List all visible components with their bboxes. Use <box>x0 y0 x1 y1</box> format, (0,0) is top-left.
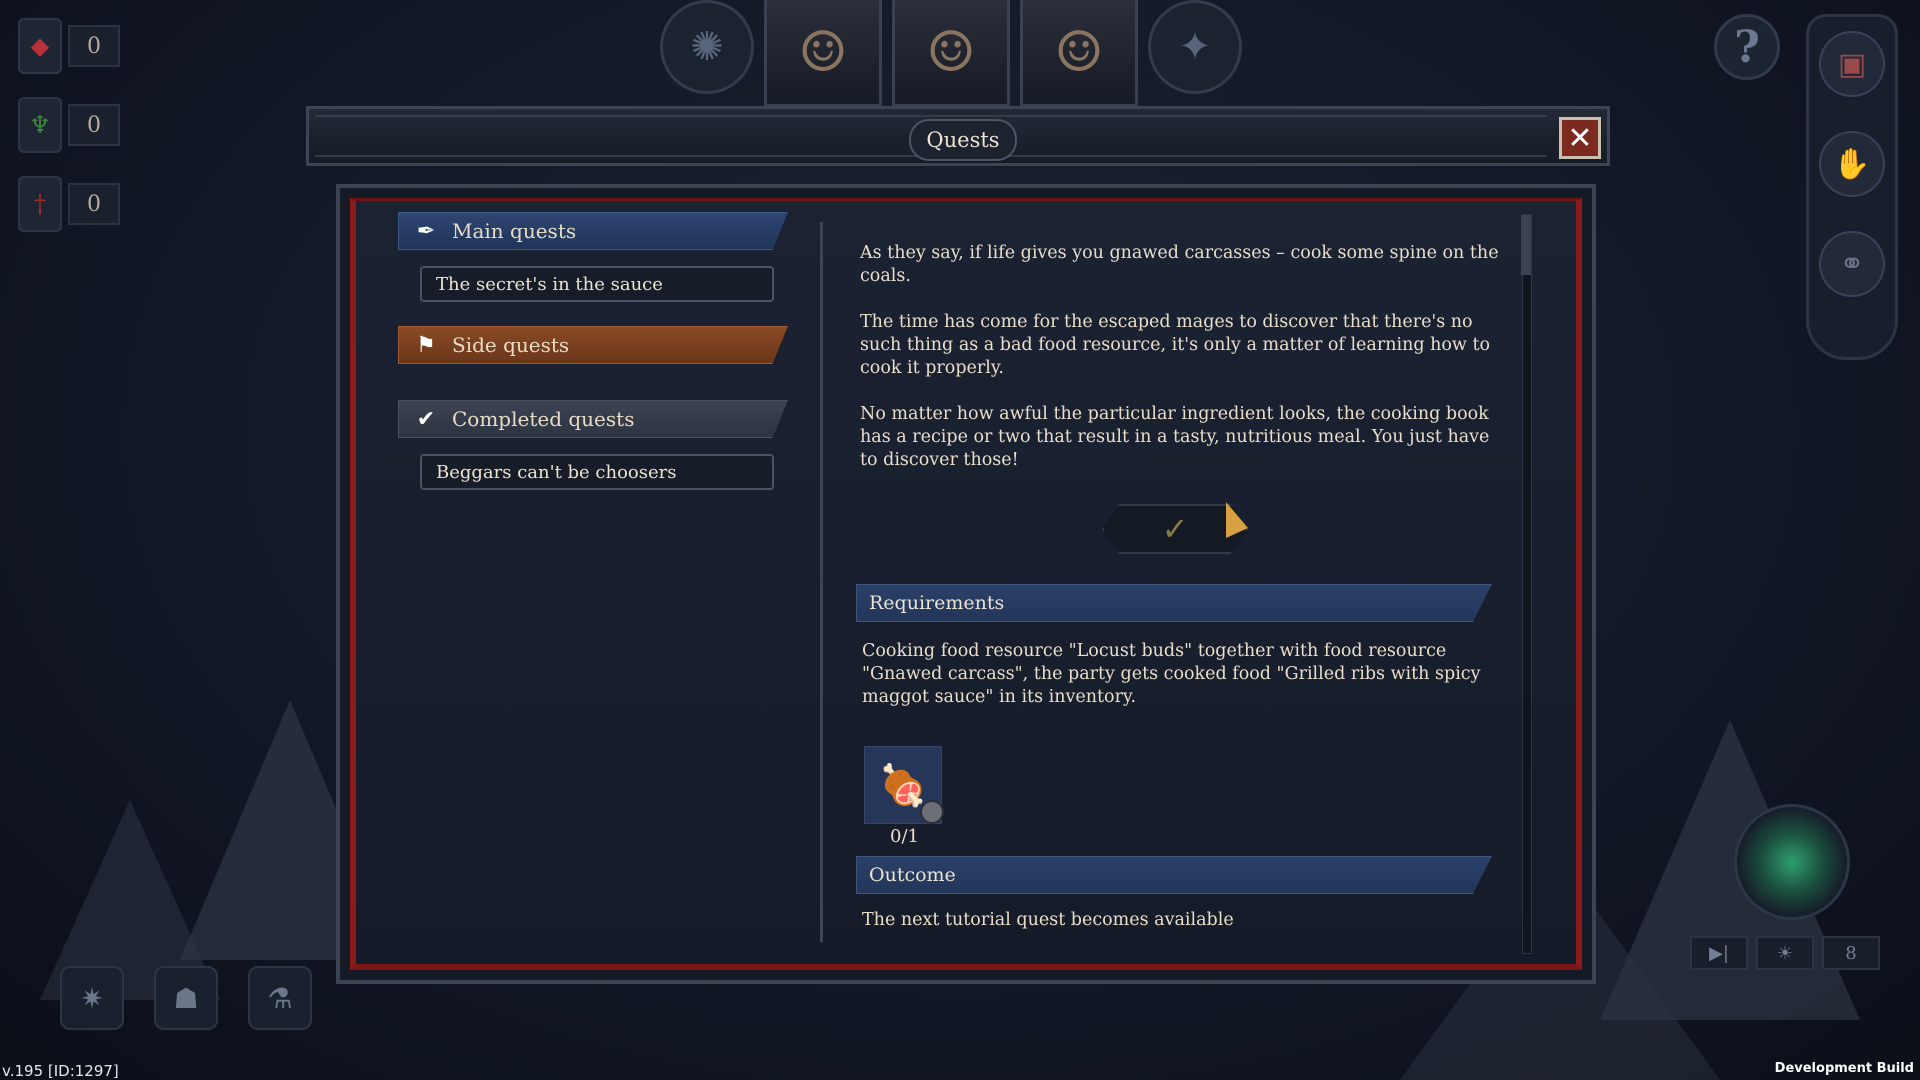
resource-row: † 0 <box>18 176 120 232</box>
category-completed-quests[interactable]: ✔ Completed quests <box>398 400 788 438</box>
handshake-icon[interactable]: ⚭ <box>1819 231 1885 297</box>
resource-value: 0 <box>68 183 120 225</box>
scrollbar-thumb[interactable] <box>1521 215 1531 275</box>
map-icon[interactable]: ✷ <box>60 966 124 1030</box>
world-compass-icon[interactable] <box>1734 804 1850 920</box>
description-paragraph: The time has come for the escaped mages … <box>860 312 1491 378</box>
magic-hand-icon[interactable]: ✋ <box>1819 131 1885 197</box>
outcome-heading: Outcome <box>856 856 1492 894</box>
spellbook-icon[interactable]: ▣ <box>1819 31 1885 97</box>
resource-panel: ◆ 0 ♆ 0 † 0 <box>18 18 120 255</box>
description-paragraph: No matter how awful the particular ingre… <box>860 404 1490 470</box>
category-label: Main quests <box>452 219 577 243</box>
resource-value: 0 <box>68 25 120 67</box>
red-sword-icon: † <box>18 176 62 232</box>
dialog-title: Quests <box>909 119 1017 161</box>
skip-turn-button[interactable]: ▶| <box>1690 936 1748 970</box>
bottom-hud: ✷ ☗ ⚗ <box>60 966 312 1030</box>
resource-row: ♆ 0 <box>18 97 120 153</box>
quest-item-completed[interactable]: Beggars can't be choosers <box>420 454 774 490</box>
backpack-icon[interactable]: ☗ <box>154 966 218 1030</box>
description-paragraph: As they say, if life gives you gnawed ca… <box>860 243 1499 286</box>
column-divider <box>820 222 823 942</box>
right-menu-column: ▣ ✋ ⚭ <box>1806 14 1898 360</box>
category-main-quests[interactable]: ✒ Main quests <box>398 212 788 250</box>
mouse-cursor-icon <box>1226 501 1248 547</box>
quest-description: As they say, if life gives you gnawed ca… <box>860 242 1500 495</box>
flag-icon: ⚑ <box>416 332 436 358</box>
potion-icon[interactable]: ⚗ <box>248 966 312 1030</box>
category-side-quests[interactable]: ⚑ Side quests <box>398 326 788 364</box>
turn-counter: 8 <box>1822 936 1880 970</box>
sun-icon: ☀ <box>1756 936 1814 970</box>
requirements-text: Cooking food resource "Locust buds" toge… <box>862 641 1481 707</box>
red-gem-icon: ◆ <box>18 18 62 74</box>
category-label: Side quests <box>452 333 570 357</box>
party-bar: ✺ ☺ ☺ ☺ ✦ <box>660 0 1242 107</box>
quest-item-main[interactable]: The secret's in the sauce <box>420 266 774 302</box>
description-scrollbar[interactable] <box>1521 214 1532 954</box>
requirement-progress: 0/1 <box>890 826 919 847</box>
resource-value: 0 <box>68 104 120 146</box>
category-label: Completed quests <box>452 407 635 431</box>
green-staff-icon: ♆ <box>18 97 62 153</box>
feather-icon: ✒ <box>416 218 436 244</box>
help-button[interactable]: ? <box>1714 14 1780 80</box>
status-dot-icon <box>920 800 944 824</box>
time-controls: ▶| ☀ 8 <box>1690 936 1880 970</box>
party-member-portrait[interactable]: ☺ <box>892 0 1010 107</box>
dialog-header: Quests ✕ <box>306 106 1610 166</box>
party-member-portrait[interactable]: ☺ <box>1020 0 1138 107</box>
outcome-text: The next tutorial quest becomes availabl… <box>862 910 1234 930</box>
requirements-heading: Requirements <box>856 584 1492 622</box>
checkmark-icon: ✔ <box>416 406 436 432</box>
version-label: v.195 [ID:1297] <box>2 1062 119 1080</box>
close-button[interactable]: ✕ <box>1559 117 1601 159</box>
party-member-portrait[interactable]: ☺ <box>764 0 882 107</box>
dev-build-label: Development Build <box>1774 1061 1914 1076</box>
resource-row: ◆ 0 <box>18 18 120 74</box>
compass-star-icon[interactable]: ✦ <box>1148 0 1242 94</box>
party-medallion-icon[interactable]: ✺ <box>660 0 754 94</box>
